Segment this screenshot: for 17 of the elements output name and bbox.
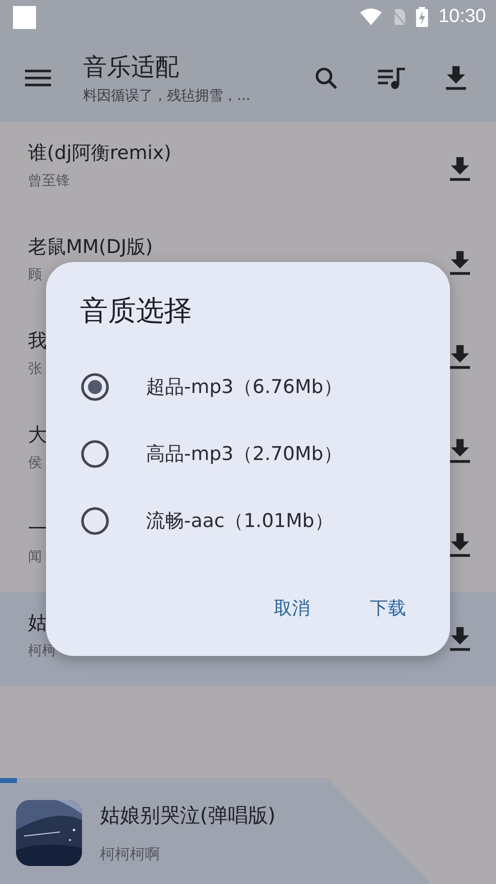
song-artist: 顾 <box>28 266 42 284</box>
now-playing-artist: 柯柯柯啊 <box>100 845 161 864</box>
song-artist: 侯 <box>28 454 42 472</box>
song-title: 谁(dj阿衡remix) <box>28 141 172 166</box>
song-title: 老鼠MM(DJ版) <box>28 235 153 260</box>
now-playing-title: 姑娘别哭泣(弹唱版) <box>100 802 276 829</box>
dialog-title: 音质选择 <box>80 293 193 329</box>
song-artist: 张 <box>28 360 42 378</box>
status-time: 10:30 <box>438 6 486 28</box>
song-artist: 闻 <box>28 548 42 566</box>
song-title: 我 <box>28 329 47 354</box>
app-subtitle: 料因循误了，残毡拥雪，... <box>83 87 252 105</box>
song-title: 大 <box>28 423 47 448</box>
song-artist: 曾至锋 <box>28 172 70 190</box>
app-title: 音乐适配 <box>83 52 180 83</box>
song-title: 姑 <box>28 611 47 636</box>
song-title: 一 <box>28 517 47 542</box>
